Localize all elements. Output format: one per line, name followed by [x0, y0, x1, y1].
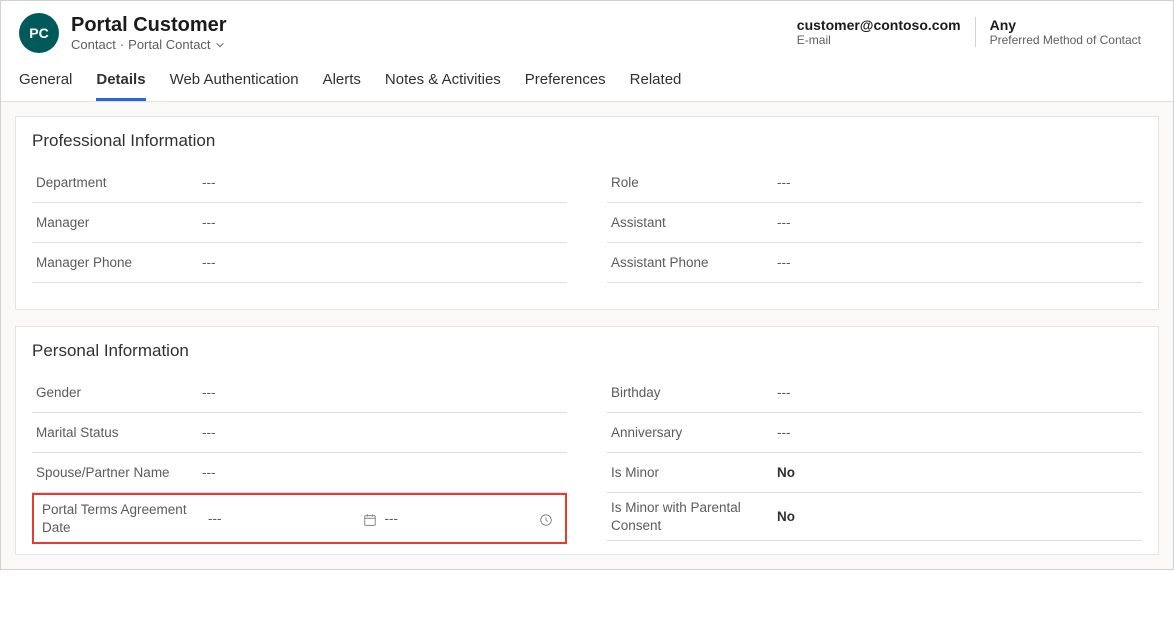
field-assistant[interactable]: Assistant ---	[607, 203, 1142, 243]
header-method-block[interactable]: Any Preferred Method of Contact	[975, 17, 1155, 47]
field-role[interactable]: Role ---	[607, 163, 1142, 203]
label-gender: Gender	[32, 384, 202, 402]
header-email-label: E-mail	[797, 33, 961, 47]
tab-alerts[interactable]: Alerts	[323, 71, 361, 101]
header-right: customer@contoso.com E-mail Any Preferre…	[783, 13, 1155, 47]
field-is-minor-parental[interactable]: Is Minor with Parental Consent No	[607, 493, 1142, 541]
avatar: PC	[19, 13, 59, 53]
field-assistant-phone[interactable]: Assistant Phone ---	[607, 243, 1142, 283]
chevron-down-icon[interactable]	[215, 40, 225, 50]
label-anniversary: Anniversary	[607, 424, 777, 442]
record-header: PC Portal Customer Contact · Portal Cont…	[1, 1, 1173, 53]
field-birthday[interactable]: Birthday ---	[607, 373, 1142, 413]
label-birthday: Birthday	[607, 384, 777, 402]
label-is-minor: Is Minor	[607, 464, 777, 482]
value-anniversary[interactable]: ---	[777, 425, 1142, 440]
label-manager-phone: Manager Phone	[32, 254, 202, 272]
label-marital-status: Marital Status	[32, 424, 202, 442]
field-department[interactable]: Department ---	[32, 163, 567, 203]
title-block: Portal Customer Contact · Portal Contact	[71, 14, 227, 52]
value-portal-terms-date-wrap: ---	[208, 510, 561, 526]
value-assistant-phone[interactable]: ---	[777, 255, 1142, 270]
field-gender[interactable]: Gender ---	[32, 373, 567, 413]
field-marital-status[interactable]: Marital Status ---	[32, 413, 567, 453]
tab-web-authentication[interactable]: Web Authentication	[170, 71, 299, 101]
field-anniversary[interactable]: Anniversary ---	[607, 413, 1142, 453]
header-method-label: Preferred Method of Contact	[990, 33, 1141, 47]
tab-details[interactable]: Details	[96, 71, 145, 101]
tab-general[interactable]: General	[19, 71, 72, 101]
field-portal-terms-date[interactable]: Portal Terms Agreement Date ---	[38, 495, 561, 542]
highlight-portal-terms: Portal Terms Agreement Date ---	[32, 493, 567, 544]
record-subtitle[interactable]: Contact · Portal Contact	[71, 37, 227, 52]
label-role: Role	[607, 174, 777, 192]
tab-preferences[interactable]: Preferences	[525, 71, 606, 101]
section-professional: Professional Information Department --- …	[15, 116, 1159, 310]
section-title-personal: Personal Information	[32, 341, 1142, 361]
value-marital-status[interactable]: ---	[202, 425, 567, 440]
professional-col-right: Role --- Assistant --- Assistant Phone -…	[607, 163, 1142, 283]
record-title: Portal Customer	[71, 14, 227, 37]
field-is-minor[interactable]: Is Minor No	[607, 453, 1142, 493]
value-birthday[interactable]: ---	[777, 385, 1142, 400]
professional-columns: Department --- Manager --- Manager Phone…	[32, 163, 1142, 283]
personal-columns: Gender --- Marital Status --- Spouse/Par…	[32, 373, 1142, 544]
header-email-block[interactable]: customer@contoso.com E-mail	[783, 17, 975, 47]
tab-notes-activities[interactable]: Notes & Activities	[385, 71, 501, 101]
form-label: Portal Contact	[128, 37, 210, 52]
label-manager: Manager	[32, 214, 202, 232]
personal-col-left: Gender --- Marital Status --- Spouse/Par…	[32, 373, 567, 544]
value-is-minor-parental[interactable]: No	[777, 509, 1142, 524]
separator-dot: ·	[120, 37, 124, 52]
personal-col-right: Birthday --- Anniversary --- Is Minor No…	[607, 373, 1142, 544]
entity-label: Contact	[71, 37, 116, 52]
header-email-value: customer@contoso.com	[797, 17, 961, 33]
record-page: PC Portal Customer Contact · Portal Cont…	[0, 0, 1174, 570]
value-assistant[interactable]: ---	[777, 215, 1142, 230]
section-title-professional: Professional Information	[32, 131, 1142, 151]
value-is-minor[interactable]: No	[777, 465, 1142, 480]
value-role[interactable]: ---	[777, 175, 1142, 190]
field-spouse-partner[interactable]: Spouse/Partner Name ---	[32, 453, 567, 493]
label-assistant: Assistant	[607, 214, 777, 232]
form-body: Professional Information Department --- …	[1, 102, 1173, 569]
header-left: PC Portal Customer Contact · Portal Cont…	[19, 13, 227, 53]
tab-related[interactable]: Related	[630, 71, 682, 101]
value-manager-phone[interactable]: ---	[202, 255, 567, 270]
value-manager[interactable]: ---	[202, 215, 567, 230]
label-assistant-phone: Assistant Phone	[607, 254, 777, 272]
value-department[interactable]: ---	[202, 175, 567, 190]
label-portal-terms-date: Portal Terms Agreement Date	[38, 501, 208, 536]
value-gender[interactable]: ---	[202, 385, 567, 400]
field-manager[interactable]: Manager ---	[32, 203, 567, 243]
time-value[interactable]: ---	[385, 511, 399, 526]
date-part[interactable]: ---	[208, 510, 385, 526]
calendar-icon[interactable]	[363, 510, 377, 526]
value-spouse-partner[interactable]: ---	[202, 465, 567, 480]
label-spouse-partner: Spouse/Partner Name	[32, 464, 202, 482]
time-part[interactable]: ---	[385, 510, 562, 526]
section-personal: Personal Information Gender --- Marital …	[15, 326, 1159, 555]
field-manager-phone[interactable]: Manager Phone ---	[32, 243, 567, 283]
professional-col-left: Department --- Manager --- Manager Phone…	[32, 163, 567, 283]
tab-bar: General Details Web Authentication Alert…	[1, 53, 1173, 102]
label-department: Department	[32, 174, 202, 192]
header-method-value: Any	[990, 17, 1141, 33]
label-is-minor-parental: Is Minor with Parental Consent	[607, 499, 777, 534]
clock-icon[interactable]	[539, 510, 553, 526]
date-value[interactable]: ---	[208, 511, 222, 526]
